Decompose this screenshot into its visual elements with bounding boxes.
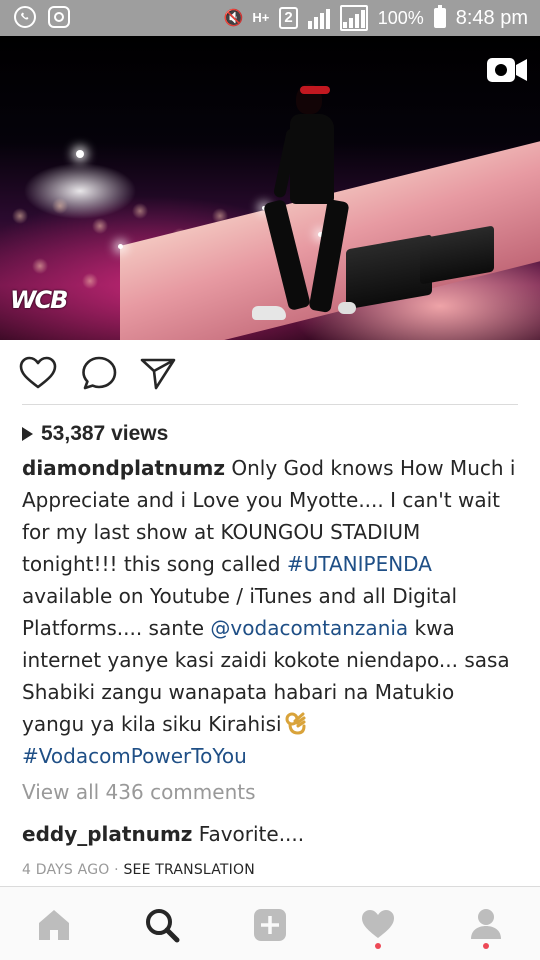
bottom-navigation [0,886,540,960]
signal-icon [307,7,330,29]
post-actions [0,340,540,404]
whatsapp-icon [14,6,36,28]
battery-percent: 100% [377,7,424,28]
comment-item: eddy_platnumz Favorite.... [22,822,522,854]
add-icon[interactable] [250,905,290,945]
network-type: H+ [252,10,270,25]
post-meta: 4 DAYS AGO · SEE TRANSLATION [22,862,255,882]
see-translation-link[interactable]: SEE TRANSLATION [123,862,254,878]
hashtag[interactable]: #UTANIPENDA [287,552,432,576]
play-icon [22,427,33,441]
comment-username[interactable]: eddy_platnumz [22,822,192,846]
comment-text: Favorite.... [192,822,305,846]
mute-icon: 🔇 [223,10,243,27]
performer-figure [252,80,356,330]
notification-dot [483,943,489,949]
clock: 8:48 pm [455,6,528,29]
notification-dot [375,943,381,949]
profile-icon[interactable] [466,905,506,949]
caption-username[interactable]: diamondplatnumz [22,456,225,480]
battery-icon [433,5,446,28]
view-count-label: 53,387 views [41,422,169,445]
post-timestamp: 4 DAYS AGO [22,862,110,878]
video-camera-icon [486,56,528,84]
heart-icon[interactable] [358,905,398,949]
comment-icon[interactable] [80,354,120,394]
phone-light [76,150,84,158]
ok-hand-emoji-icon [284,711,306,735]
hashtag[interactable]: #VodacomPowerToYou [22,744,247,768]
status-bar: 🔇 H+ 2 100% 8:48 pm [0,0,540,36]
mention[interactable]: @vodacomtanzania [210,616,408,640]
divider [22,404,518,405]
share-icon[interactable] [138,354,178,394]
view-all-comments-link[interactable]: View all 436 comments [22,780,256,812]
search-icon[interactable] [142,905,182,945]
post-video[interactable]: WCB [0,36,540,340]
view-count[interactable]: 53,387 views [22,418,168,450]
signal-icon-2 [339,5,368,31]
sim-indicator: 2 [279,7,298,29]
phone-light [118,244,123,249]
post-caption: diamondplatnumz Only God knows How Much … [22,452,522,772]
media-watermark: WCB [10,286,68,314]
instagram-icon [48,6,70,28]
heart-icon[interactable] [18,354,58,394]
meta-separator: · [109,862,124,878]
home-icon[interactable] [34,905,74,945]
